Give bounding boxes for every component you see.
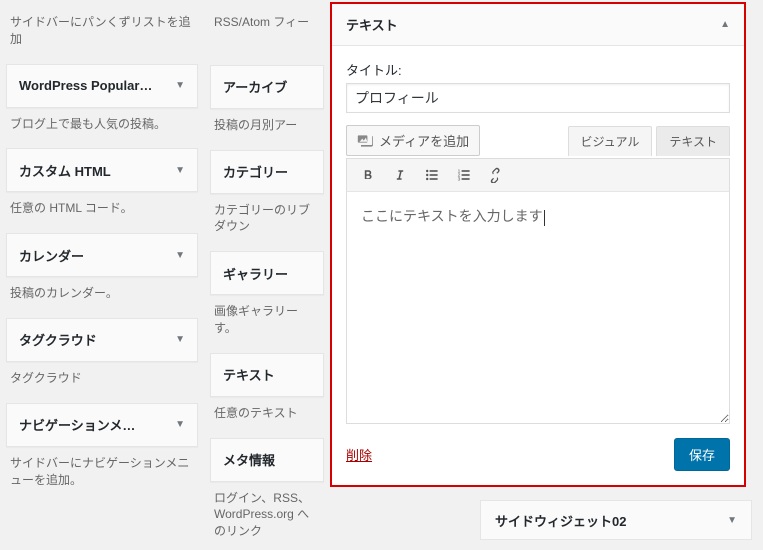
content-editor[interactable]: ここにテキストを入力します [346, 192, 730, 424]
widget-meta[interactable]: メタ情報 [210, 438, 324, 482]
widget-desc: RSS/Atom フィー [210, 6, 324, 35]
widget-custom-html[interactable]: カスタム HTML ▼ [6, 148, 198, 192]
widget-title: メタ情報 [223, 450, 275, 469]
bullet-list-button[interactable] [417, 162, 447, 188]
sidebar-widget-area[interactable]: サイドウィジェット02 ▼ [480, 500, 752, 540]
add-media-button[interactable]: メディアを追加 [346, 125, 480, 156]
widget-desc: ログイン、RSS、WordPress.org へのリンク [210, 482, 324, 544]
caret-down-icon: ▼ [175, 334, 185, 345]
save-button[interactable]: 保存 [674, 438, 730, 471]
caret-down-icon: ▼ [727, 515, 737, 526]
link-button[interactable] [481, 162, 511, 188]
widget-desc: サイドバーにナビゲーションメニューを追加。 [6, 447, 198, 493]
widget-title: アーカイブ [223, 77, 287, 96]
widget-title: テキスト [223, 365, 275, 384]
widget-desc: 任意の HTML コード。 [6, 192, 198, 221]
editor-toolbar: 123 [346, 158, 730, 192]
caret-down-icon: ▼ [175, 80, 185, 91]
text-cursor [544, 210, 545, 226]
svg-text:3: 3 [458, 177, 461, 183]
caret-up-icon: ▲ [720, 19, 730, 30]
italic-button[interactable] [385, 162, 415, 188]
title-input[interactable] [346, 83, 730, 113]
delete-link[interactable]: 削除 [346, 445, 372, 464]
widget-nav-menu[interactable]: ナビゲーションメ… ▼ [6, 403, 198, 447]
caret-down-icon: ▼ [175, 250, 185, 261]
widget-tag-cloud[interactable]: タグクラウド ▼ [6, 318, 198, 362]
widget-desc: サイドバーにパンくずリストを追加 [6, 6, 198, 52]
widget-desc: 投稿の月別アー [210, 109, 324, 138]
widget-title: カスタム HTML [19, 161, 111, 180]
widget-desc: 画像ギャラリーす。 [210, 295, 324, 341]
widget-title: ナビゲーションメ… [19, 415, 135, 434]
title-label: タイトル: [346, 60, 730, 79]
widget-text[interactable]: テキスト [210, 353, 324, 397]
widget-title: WordPress Popular… [19, 78, 152, 93]
media-icon [357, 133, 373, 149]
widget-calendar[interactable]: カレンダー ▼ [6, 233, 198, 277]
bold-button[interactable] [353, 162, 383, 188]
widget-wordpress-popular[interactable]: WordPress Popular… ▼ [6, 64, 198, 108]
add-media-label: メディアを追加 [379, 131, 469, 150]
widget-title: ギャラリー [223, 264, 288, 283]
editor-header[interactable]: テキスト ▲ [332, 4, 744, 46]
widget-desc: 投稿のカレンダー。 [6, 277, 198, 306]
widget-title: カテゴリー [223, 162, 288, 181]
caret-down-icon: ▼ [175, 165, 185, 176]
widget-title: タグクラウド [19, 330, 97, 349]
widget-desc: 任意のテキスト [210, 397, 324, 426]
tab-visual[interactable]: ビジュアル [568, 126, 653, 156]
text-widget-editor: テキスト ▲ タイトル: メディアを追加 ビジュアル テキスト 123 ここにテ… [330, 2, 746, 487]
widget-archives[interactable]: アーカイブ [210, 65, 324, 109]
content-text: ここにテキストを入力します [361, 210, 543, 225]
widget-gallery[interactable]: ギャラリー [210, 251, 324, 295]
widget-title: カレンダー [19, 246, 84, 265]
editor-title: テキスト [346, 15, 398, 34]
sidebar-area-title: サイドウィジェット02 [495, 511, 626, 530]
caret-down-icon: ▼ [175, 419, 185, 430]
widget-desc: タグクラウド [6, 362, 198, 391]
widget-desc: カテゴリーのリブダウン [210, 194, 324, 240]
numbered-list-button[interactable]: 123 [449, 162, 479, 188]
tab-text[interactable]: テキスト [656, 126, 730, 156]
widget-categories[interactable]: カテゴリー [210, 150, 324, 194]
widget-desc: ブログ上で最も人気の投稿。 [6, 108, 198, 137]
